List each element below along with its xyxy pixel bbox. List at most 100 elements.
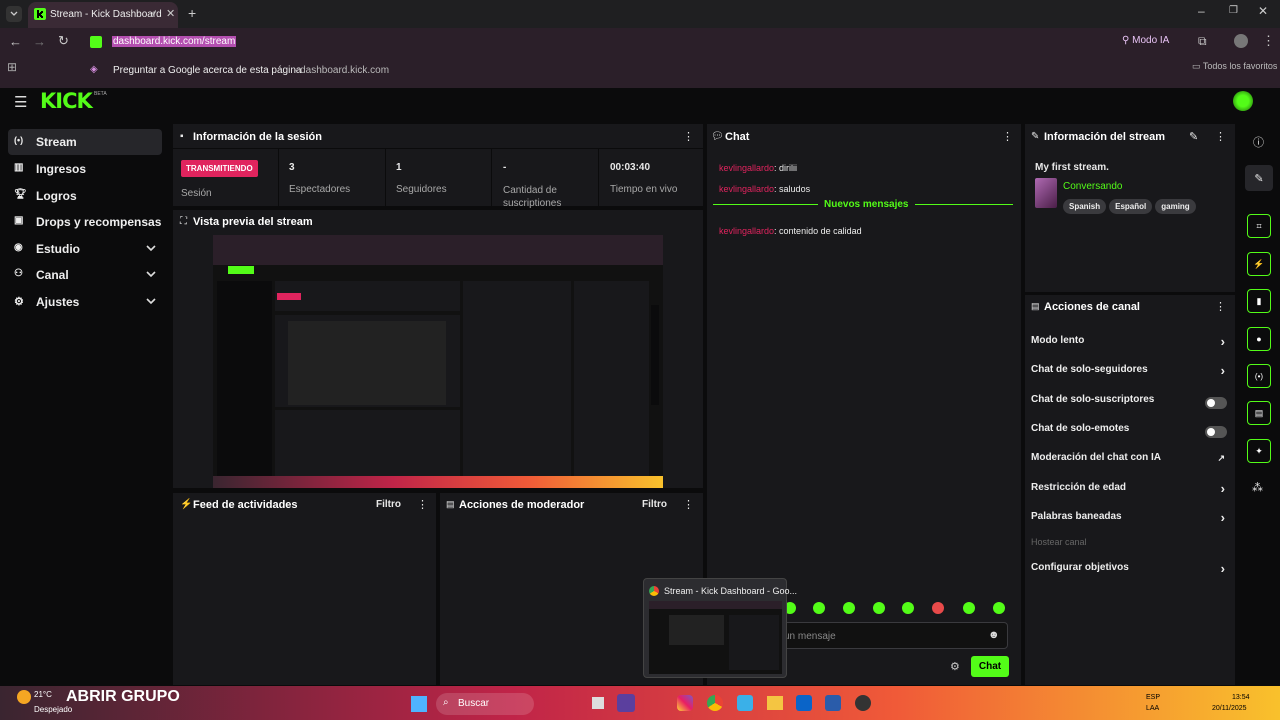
favorites-link[interactable]: ▭ Todos los favoritos (1192, 61, 1277, 72)
user-avatar[interactable] (1233, 91, 1253, 111)
emote-icon[interactable] (963, 602, 975, 614)
quick-action-tools[interactable]: ✦ (1247, 439, 1271, 463)
close-window-icon[interactable]: ✕ (1258, 4, 1268, 18)
panel-menu-icon[interactable]: ⋮ (683, 130, 694, 143)
maximize-icon[interactable]: ❐ (1229, 5, 1238, 16)
sidebar-item-ajustes[interactable]: ⚙ Ajustes (8, 289, 162, 315)
task-view-icon[interactable] (592, 697, 604, 709)
emotes-only-toggle[interactable] (1205, 426, 1227, 438)
more-actions-icon[interactable]: ⁂ (1252, 481, 1263, 494)
extensions-icon[interactable]: ⧉ (1198, 34, 1207, 49)
weather-temp: 21°C (34, 690, 52, 699)
omnibox-suggestion[interactable]: ◈ Preguntar a Google acerca de esta pági… (78, 56, 1190, 86)
chat-message[interactable]: kevlingallardo: saludos (719, 179, 810, 197)
sidebar-item-stream[interactable]: (•) Stream (8, 129, 162, 155)
browser-tab[interactable]: Stream - Kick Dashboard ♪̸ ✕ (28, 2, 178, 28)
mod-filter-button[interactable]: Filtro (642, 499, 667, 510)
edit-layout-button[interactable]: ✎ (1245, 165, 1273, 191)
quick-action-chat[interactable]: ● (1247, 327, 1271, 351)
sidebar-item-drops[interactable]: ▣ Drops y recompensas (8, 209, 162, 235)
edge-icon[interactable] (737, 695, 753, 711)
sidebar-item-estudio[interactable]: ◉ Estudio (8, 236, 162, 262)
url-text[interactable]: dashboard.kick.com/stream (112, 36, 237, 47)
quick-action-boost[interactable]: ⚡ (1247, 252, 1271, 276)
language-indicator[interactable]: ESP (1146, 694, 1160, 701)
quick-action-layout[interactable]: ▤ (1247, 401, 1271, 425)
forward-icon[interactable]: → (33, 34, 46, 49)
info-icon[interactable]: ⓘ (1253, 134, 1264, 150)
emote-icon[interactable] (813, 602, 825, 614)
panel-menu-icon[interactable]: ⋮ (1215, 130, 1226, 143)
emoji-icon[interactable]: ☻ (988, 629, 1000, 641)
tag[interactable]: Spanish (1063, 199, 1107, 214)
action-slow-mode[interactable]: Modo lento › (1031, 334, 1227, 355)
emote-icon[interactable] (873, 602, 885, 614)
chat-message[interactable]: kevlingallardo: dirilii (719, 158, 797, 176)
quick-action-notes[interactable]: ▮ (1247, 289, 1271, 313)
stream-preview-video[interactable] (213, 235, 663, 488)
action-subscribers-only[interactable]: Chat de solo-suscriptores (1031, 394, 1227, 414)
new-tab-icon[interactable]: + (188, 5, 196, 21)
subscribers-only-toggle[interactable] (1205, 397, 1227, 409)
kick-logo[interactable]: KICK (40, 89, 93, 113)
sidebar-item-label: Stream (36, 135, 77, 149)
sidebar-item-ingresos[interactable]: ▥ Ingresos (8, 156, 162, 182)
panel-menu-icon[interactable]: ⋮ (1215, 300, 1226, 313)
weather-icon[interactable] (17, 690, 31, 704)
sidebar-item-canal[interactable]: ⚇ Canal (8, 262, 162, 288)
emote-icon[interactable] (902, 602, 914, 614)
quick-action-clip[interactable]: ⌗ (1247, 214, 1271, 238)
chat-username[interactable]: kevlingallardo (719, 226, 774, 236)
action-age-restriction[interactable]: Restricción de edad › (1031, 481, 1227, 502)
action-emotes-only[interactable]: Chat de solo-emotes (1031, 423, 1227, 443)
taskbar-app-icon[interactable] (617, 694, 635, 712)
language-indicator-2[interactable]: LAA (1146, 705, 1159, 712)
start-icon[interactable] (411, 696, 427, 712)
action-followers-only[interactable]: Chat de solo-seguidores › (1031, 363, 1227, 384)
quick-action-broadcast[interactable]: (•) (1247, 364, 1271, 388)
reload-icon[interactable]: ↻ (58, 33, 69, 49)
minimize-icon[interactable]: – (1198, 4, 1205, 18)
tag[interactable]: Español (1109, 199, 1153, 214)
emote-icon[interactable] (843, 602, 855, 614)
hamburger-menu-icon[interactable]: ☰ (14, 93, 27, 111)
mute-icon[interactable]: ♪̸ (150, 9, 155, 19)
edit-icon[interactable]: ✎ (1189, 130, 1198, 143)
address-bar[interactable]: dashboard.kick.com/stream ⚲ Modo IA ⧉ (82, 32, 1207, 54)
chat-message[interactable]: kevlingallardo: contenido de calidad (719, 221, 862, 239)
outlook-icon[interactable] (796, 695, 812, 711)
word-icon[interactable] (825, 695, 841, 711)
taskbar-search[interactable]: ⌕ Buscar (436, 693, 534, 715)
category-link[interactable]: Conversando (1063, 181, 1122, 192)
category-thumbnail[interactable] (1035, 178, 1057, 208)
browser-menu-icon[interactable]: ⋮ (1262, 33, 1275, 49)
profile-avatar[interactable] (1234, 34, 1248, 48)
action-banned-words[interactable]: Palabras baneadas › (1031, 510, 1227, 531)
ai-mode-button[interactable]: ⚲ Modo IA (1122, 35, 1169, 46)
tab-list-icon[interactable] (6, 6, 22, 22)
chat-username[interactable]: kevlingallardo (719, 163, 774, 173)
chat-settings-icon[interactable]: ⚙ (950, 660, 960, 673)
panel-menu-icon[interactable]: ⋮ (683, 498, 694, 511)
close-tab-icon[interactable]: ✕ (166, 7, 175, 20)
apps-grid-icon[interactable]: ⊞ (7, 60, 17, 74)
sidebar-item-logros[interactable]: 🏆︎ Logros (8, 183, 162, 209)
emote-icon[interactable] (993, 602, 1005, 614)
action-ai-moderation[interactable]: Moderación del chat con IA ↗ (1031, 452, 1227, 472)
chrome-taskbar-icon[interactable] (707, 695, 723, 711)
clock-time[interactable]: 13:54 (1232, 694, 1250, 701)
obs-icon[interactable] (855, 695, 871, 711)
feed-filter-button[interactable]: Filtro (376, 499, 401, 510)
chat-send-button[interactable]: Chat (971, 656, 1009, 677)
clock-date[interactable]: 20/11/2025 (1212, 705, 1247, 712)
panel-menu-icon[interactable]: ⋮ (1002, 130, 1013, 143)
chat-username[interactable]: kevlingallardo (719, 184, 774, 194)
panel-menu-icon[interactable]: ⋮ (417, 498, 428, 511)
instagram-icon[interactable] (677, 695, 693, 711)
back-icon[interactable]: ← (9, 34, 22, 49)
action-configure-goals[interactable]: Configurar objetivos › (1031, 561, 1227, 582)
folder-icon[interactable] (767, 696, 783, 710)
tag[interactable]: gaming (1155, 199, 1196, 214)
taskbar-thumbnail-popup[interactable]: Stream - Kick Dashboard - Goo... (643, 578, 797, 678)
emote-icon[interactable] (932, 602, 944, 614)
